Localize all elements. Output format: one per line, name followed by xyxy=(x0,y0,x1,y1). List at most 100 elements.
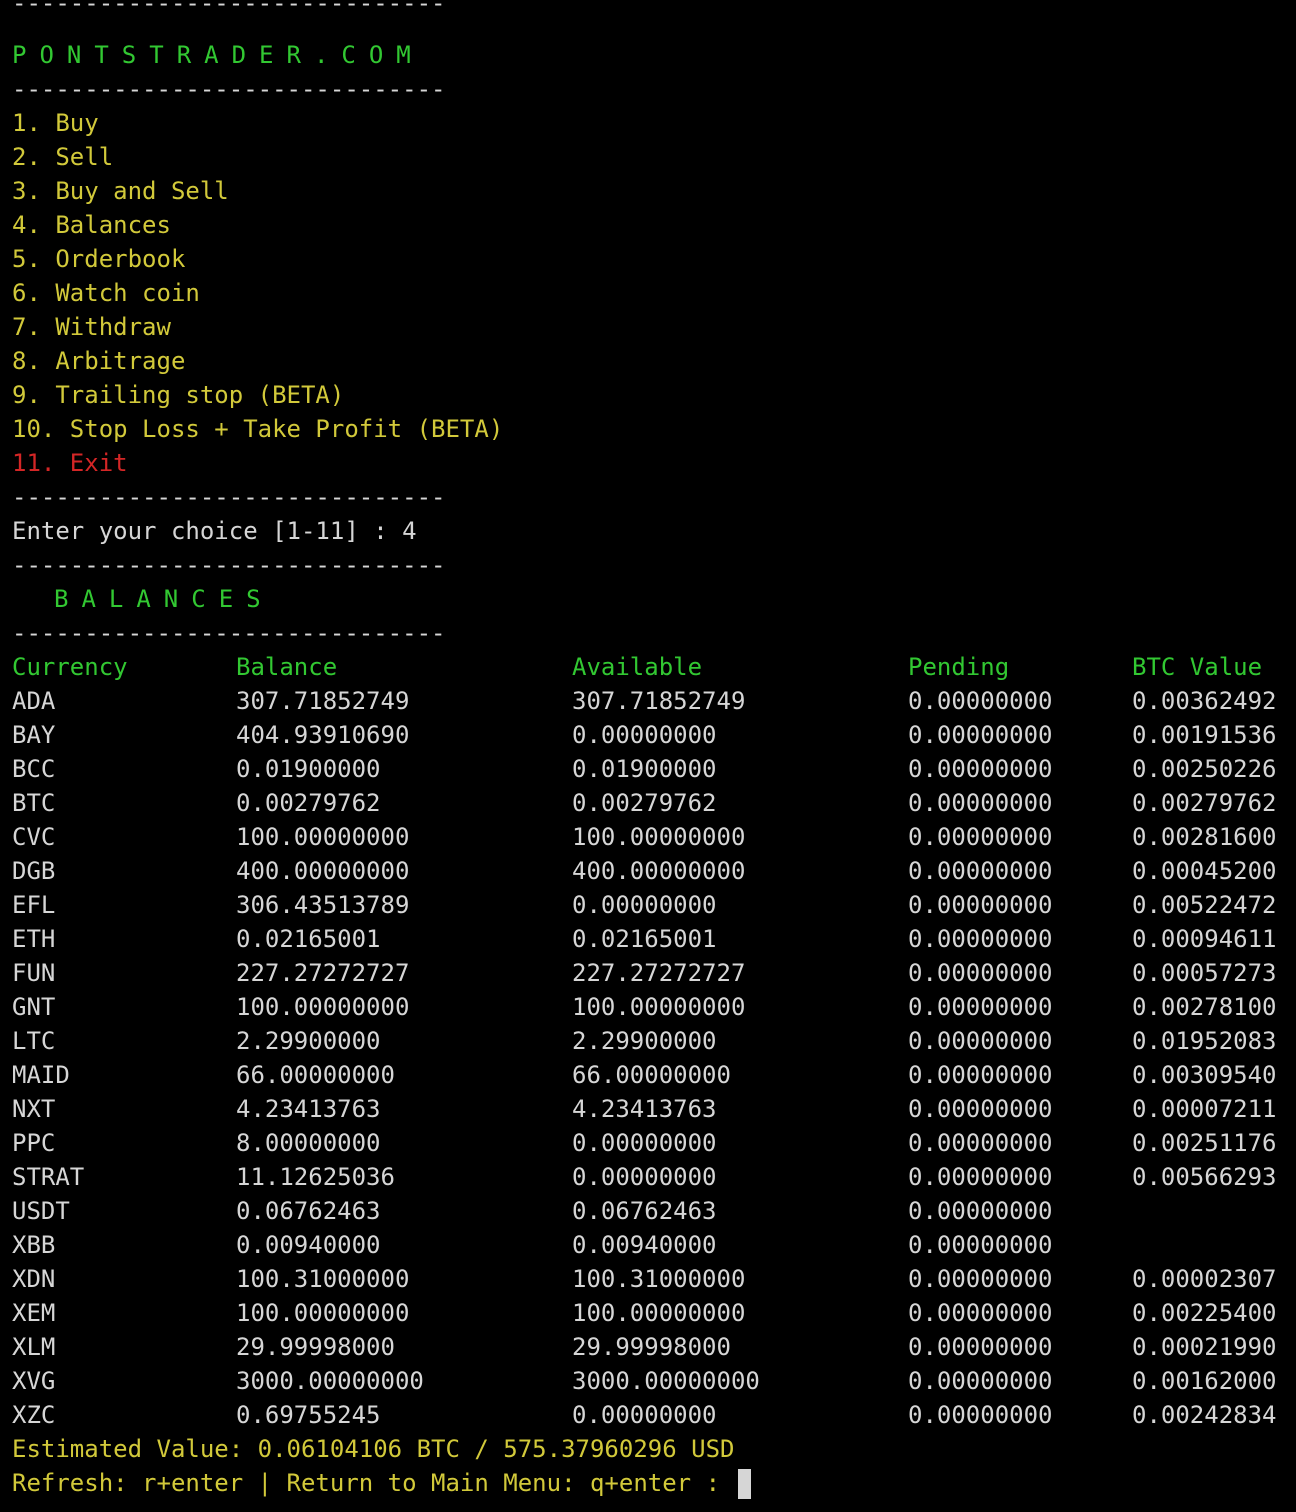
table-row: DGB 400.00000000 400.00000000 0.00000000 0.0… xyxy=(0,854,1296,888)
menu-item-buy-and-sell[interactable]: 3. Buy and Sell xyxy=(12,174,229,208)
table-row: GNT 100.00000000 100.00000000 0.00000000 0.0… xyxy=(0,990,1296,1024)
cell-available: 0.00000000 xyxy=(572,1129,717,1157)
cell-pending: 0.00000000 xyxy=(908,1367,1053,1395)
cell-btc-value: 0.00251176 xyxy=(1132,1129,1277,1157)
cell-currency: NXT xyxy=(12,1095,56,1123)
menu-item-stop-loss-take-profit[interactable]: 10. Stop Loss + Take Profit (BETA) xyxy=(12,412,503,446)
cell-currency: GNT xyxy=(12,993,56,1021)
cell-pending: 0.00000000 xyxy=(908,959,1053,987)
cell-available: 227.27272727 xyxy=(572,959,746,987)
cell-available: 0.06762463 xyxy=(572,1197,717,1225)
cell-currency: ADA xyxy=(12,687,56,715)
cell-btc-value: 0.00162000 xyxy=(1132,1367,1277,1395)
cell-btc-value: 0.01952083 xyxy=(1132,1027,1277,1055)
header-currency: Currency xyxy=(12,653,128,681)
cell-pending: 0.00000000 xyxy=(908,721,1053,749)
table-row: STRAT 11.12625036 0.00000000 0.00000000 0.00… xyxy=(0,1160,1296,1194)
cell-pending: 0.00000000 xyxy=(908,687,1053,715)
header-btc-value: BTC Value xyxy=(1132,653,1263,681)
cell-btc-value: 0.00045200 xyxy=(1132,857,1277,885)
cell-balance: 100.00000000 xyxy=(236,823,410,851)
table-row: XVG 3000.00000000 3000.00000000 0.00000000 0… xyxy=(0,1364,1296,1398)
cell-balance: 100.00000000 xyxy=(236,993,410,1021)
cell-available: 100.00000000 xyxy=(572,993,746,1021)
cell-balance: 3000.00000000 xyxy=(236,1367,424,1395)
footer-prompt[interactable]: Refresh: r+enter | Return to Main Menu: … xyxy=(12,1466,752,1500)
cell-currency: ETH xyxy=(12,925,56,953)
cell-pending: 0.00000000 xyxy=(908,1061,1053,1089)
cell-available: 0.00000000 xyxy=(572,891,717,919)
cell-available: 29.99998000 xyxy=(572,1333,731,1361)
cell-btc-value: 0.00278100 xyxy=(1132,993,1277,1021)
cell-currency: CVC xyxy=(12,823,56,851)
table-row: MAID 66.00000000 66.00000000 0.00000000 0.00… xyxy=(0,1058,1296,1092)
table-row: XDN 100.31000000 100.31000000 0.00000000 0.0… xyxy=(0,1262,1296,1296)
cell-balance: 0.00940000 xyxy=(236,1231,381,1259)
cell-btc-value: 0.00362492 xyxy=(1132,687,1277,715)
menu-item-withdraw[interactable]: 7. Withdraw xyxy=(12,310,171,344)
cell-btc-value: 0.00281600 xyxy=(1132,823,1277,851)
cell-available: 307.71852749 xyxy=(572,687,746,715)
cell-btc-value: 0.00021990 xyxy=(1132,1333,1277,1361)
cell-pending: 0.00000000 xyxy=(908,1333,1053,1361)
cell-pending: 0.00000000 xyxy=(908,891,1053,919)
cell-pending: 0.00000000 xyxy=(908,1129,1053,1157)
menu-item-balances[interactable]: 4. Balances xyxy=(12,208,171,242)
cell-balance: 11.12625036 xyxy=(236,1163,395,1191)
cell-pending: 0.00000000 xyxy=(908,993,1053,1021)
cell-available: 0.00000000 xyxy=(572,1401,717,1429)
cell-available: 100.00000000 xyxy=(572,823,746,851)
header-balance: Balance xyxy=(236,653,338,681)
cell-balance: 400.00000000 xyxy=(236,857,410,885)
cell-btc-value: 0.00094611 xyxy=(1132,925,1277,953)
cell-currency: MAID xyxy=(12,1061,70,1089)
cell-balance: 0.02165001 xyxy=(236,925,381,953)
cell-btc-value: 0.00250226 xyxy=(1132,755,1277,783)
cell-currency: STRAT xyxy=(12,1163,85,1191)
table-row: ADA 307.71852749 307.71852749 0.00000000 0.0… xyxy=(0,684,1296,718)
cell-pending: 0.00000000 xyxy=(908,1027,1053,1055)
menu-item-orderbook[interactable]: 5. Orderbook xyxy=(12,242,185,276)
cell-balance: 307.71852749 xyxy=(236,687,410,715)
cell-pending: 0.00000000 xyxy=(908,755,1053,783)
table-row: BCC 0.01900000 0.01900000 0.00000000 0.00250… xyxy=(0,752,1296,786)
cell-currency: BTC xyxy=(12,789,56,817)
table-row: CVC 100.00000000 100.00000000 0.00000000 0.0… xyxy=(0,820,1296,854)
cell-pending: 0.00000000 xyxy=(908,925,1053,953)
brand-title: PONTSTRADER.COM xyxy=(12,41,424,69)
menu-item-exit[interactable]: 11. Exit xyxy=(12,446,128,480)
cell-currency: USDT xyxy=(12,1197,70,1225)
cell-available: 100.00000000 xyxy=(572,1299,746,1327)
cell-balance: 0.01900000 xyxy=(236,755,381,783)
cell-currency: EFL xyxy=(12,891,56,919)
estimated-value: Estimated Value: 0.06104106 BTC / 575.37… xyxy=(12,1435,735,1463)
cell-btc-value: 0.00225400 xyxy=(1132,1299,1277,1327)
cell-available: 4.23413763 xyxy=(572,1095,717,1123)
cell-btc-value: 0.00057273 xyxy=(1132,959,1277,987)
menu-item-watch-coin[interactable]: 6. Watch coin xyxy=(12,276,200,310)
menu-item-sell[interactable]: 2. Sell xyxy=(12,140,113,174)
balances-title: BALANCES xyxy=(54,585,274,613)
table-row: XZC 0.69755245 0.00000000 0.00000000 0.00242… xyxy=(0,1398,1296,1432)
choice-prompt[interactable]: Enter your choice [1-11] : 4 xyxy=(12,514,417,548)
text-cursor[interactable] xyxy=(738,1469,752,1499)
cell-available: 66.00000000 xyxy=(572,1061,731,1089)
cell-btc-value: 0.00566293 xyxy=(1132,1163,1277,1191)
table-row: XLM 29.99998000 29.99998000 0.00000000 0.000… xyxy=(0,1330,1296,1364)
cell-available: 400.00000000 xyxy=(572,857,746,885)
divider-after-balances: ------------------------------ xyxy=(12,619,446,647)
menu-item-buy[interactable]: 1. Buy xyxy=(12,106,99,140)
cell-currency: FUN xyxy=(12,959,56,987)
cell-btc-value: 0.00242834 xyxy=(1132,1401,1277,1429)
cell-available: 0.00000000 xyxy=(572,721,717,749)
cell-btc-value: 0.00522472 xyxy=(1132,891,1277,919)
cell-pending: 0.00000000 xyxy=(908,823,1053,851)
menu-item-arbitrage[interactable]: 8. Arbitrage xyxy=(12,344,185,378)
cell-available: 0.00000000 xyxy=(572,1163,717,1191)
table-row: LTC 2.29900000 2.29900000 0.00000000 0.01952… xyxy=(0,1024,1296,1058)
menu-item-trailing-stop[interactable]: 9. Trailing stop (BETA) xyxy=(12,378,344,412)
cell-available: 0.00940000 xyxy=(572,1231,717,1259)
cell-balance: 100.00000000 xyxy=(236,1299,410,1327)
cell-balance: 306.43513789 xyxy=(236,891,410,919)
table-row: EFL 306.43513789 0.00000000 0.00000000 0.005… xyxy=(0,888,1296,922)
